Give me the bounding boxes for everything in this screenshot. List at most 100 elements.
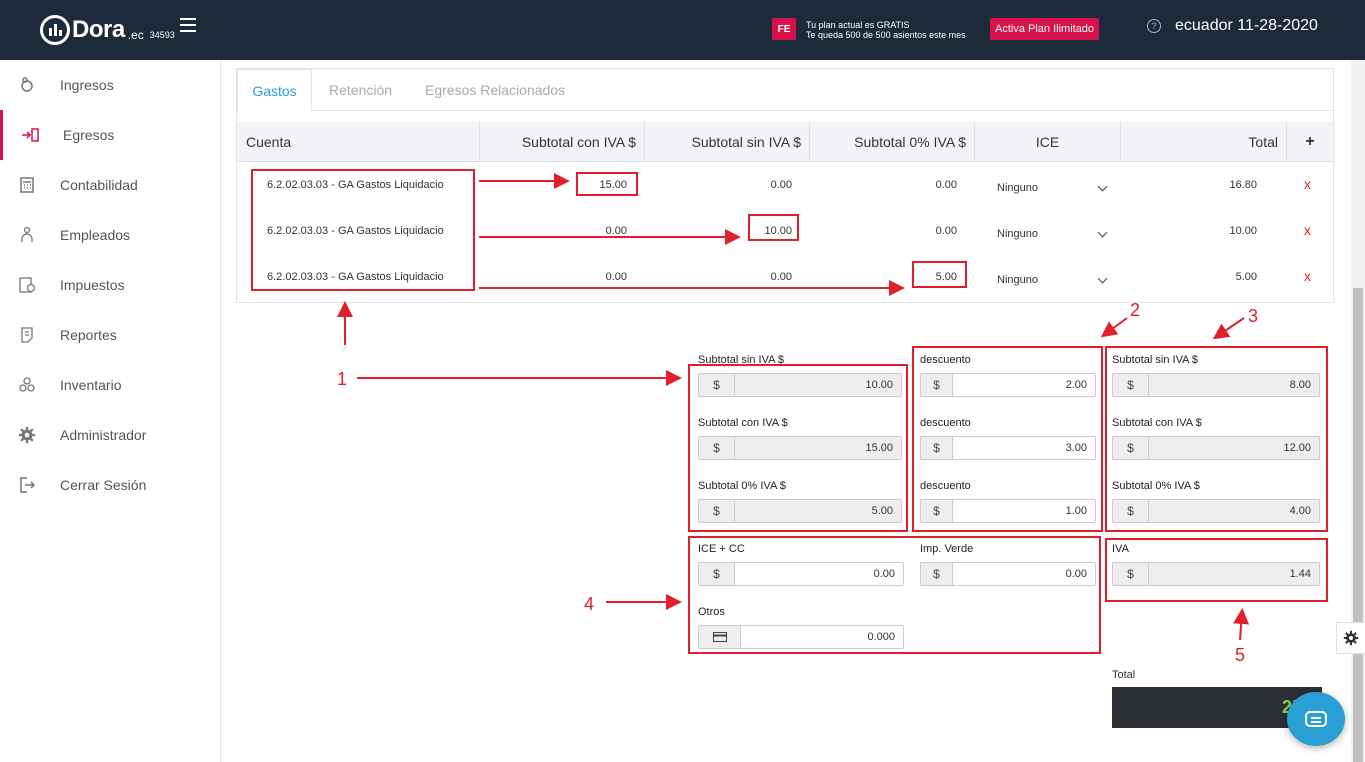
column-ice: ICE <box>975 122 1121 162</box>
tab-egresos-relacionados[interactable]: Egresos Relacionados <box>425 69 565 111</box>
tab-bar: Gastos Retención Egresos Relacionados <box>237 69 1333 112</box>
account-cell[interactable]: 6.2.02.03.03 - GA Gastos Liquidacio <box>267 225 457 237</box>
con-iva-cell[interactable]: 0.00 <box>527 271 627 283</box>
chat-button[interactable] <box>1287 692 1345 746</box>
descuento-field: $ 2.00 <box>920 373 1096 397</box>
tab-gastos[interactable]: Gastos <box>237 69 312 112</box>
sidebar-item-label: Inventario <box>60 377 122 393</box>
column-subtotal-cero-iva: Subtotal 0% IVA $ <box>810 122 975 162</box>
ice-cc-label: ICE + CC <box>698 543 745 555</box>
con-iva-cell[interactable]: 0.00 <box>527 225 627 237</box>
chevron-down-icon[interactable] <box>1097 227 1108 238</box>
sidebar-item-label: Empleados <box>60 227 131 243</box>
cero-iva-cell[interactable]: 0.00 <box>857 179 957 191</box>
add-row-button[interactable]: + <box>1287 122 1333 162</box>
scroll-thumb[interactable] <box>1353 288 1363 762</box>
dora-logo[interactable]: Dora .ec 34593 <box>40 14 175 46</box>
descuento-input[interactable]: 3.00 <box>952 436 1096 460</box>
logout-icon <box>18 476 36 494</box>
sidebar-item-inventario[interactable]: Inventario <box>0 360 220 410</box>
sidebar-item-egresos[interactable]: Egresos <box>0 110 220 160</box>
sidebar-item-empleados[interactable]: Empleados <box>0 210 220 260</box>
activate-plan-button[interactable]: Activa Plan Ilimitado <box>990 18 1100 40</box>
net-con-iva-label: Subtotal con IVA $ <box>1112 417 1202 429</box>
dollar-icon: $ <box>1112 499 1148 523</box>
subtotal-sin-iva-label: Subtotal sin IVA $ <box>698 354 785 366</box>
cero-iva-cell[interactable]: 5.00 <box>857 271 957 283</box>
annotation-label-1: 1 <box>337 369 348 389</box>
sidebar-item-label: Egresos <box>63 127 115 143</box>
subtotal-con-iva-input: 15.00 <box>734 436 902 460</box>
delete-row-icon[interactable]: x <box>1304 268 1311 284</box>
imp-verde-input[interactable]: 0.00 <box>952 562 1096 586</box>
annotation-label-2: 2 <box>1130 300 1141 320</box>
descuento-field: $ 1.00 <box>920 499 1096 523</box>
boxes-icon <box>18 376 36 394</box>
sidebar-item-impuestos[interactable]: Impuestos <box>0 260 220 310</box>
otros-input[interactable]: 0.000 <box>740 625 904 649</box>
otros-label: Otros <box>698 606 725 618</box>
account-number: 34593 <box>149 30 175 40</box>
delete-row-icon[interactable]: x <box>1304 222 1311 238</box>
descuento-input[interactable]: 2.00 <box>952 373 1096 397</box>
total-cell: 16.80 <box>1229 179 1257 191</box>
ice-select[interactable]: Ninguno <box>997 228 1038 240</box>
sidebar-item-reportes[interactable]: Reportes <box>0 310 220 360</box>
ice-select[interactable]: Ninguno <box>997 182 1038 194</box>
plan-line-2: Te queda 500 de 500 asientos este mes <box>806 30 966 40</box>
annotation-label-3: 3 <box>1248 306 1259 326</box>
net-sin-iva-field: $ 8.00 <box>1112 373 1320 397</box>
sidebar-item-administrador[interactable]: Administrador <box>0 410 220 460</box>
con-iva-cell[interactable]: 15.00 <box>527 179 627 191</box>
descuento-input[interactable]: 1.00 <box>952 499 1096 523</box>
hamburger-menu-icon[interactable] <box>180 18 196 32</box>
subtotal-cero-label: Subtotal 0% IVA $ <box>698 480 786 492</box>
delete-row-icon[interactable]: x <box>1304 176 1311 192</box>
net-cero-input: 4.00 <box>1148 499 1320 523</box>
net-sin-iva-input: 8.00 <box>1148 373 1320 397</box>
transfer-out-icon <box>21 126 39 144</box>
sidebar-item-ingresos[interactable]: Ingresos <box>0 60 220 110</box>
annotation-label-4: 4 <box>584 594 595 614</box>
ice-cc-input[interactable]: 0.00 <box>734 562 904 586</box>
ice-select[interactable]: Ninguno <box>997 274 1038 286</box>
net-sin-iva-label: Subtotal sin IVA $ <box>1112 354 1199 366</box>
dollar-icon: $ <box>920 436 952 460</box>
cero-iva-cell[interactable]: 0.00 <box>857 225 957 237</box>
sidebar-item-contabilidad[interactable]: Contabilidad <box>0 160 220 210</box>
user-location-date[interactable]: ecuador 11-28-2020 <box>1175 17 1318 35</box>
descuento-field: $ 3.00 <box>920 436 1096 460</box>
piggy-bank-icon <box>18 76 36 94</box>
chevron-down-icon[interactable] <box>1097 273 1108 284</box>
chevron-down-icon[interactable] <box>1097 181 1108 192</box>
account-cell[interactable]: 6.2.02.03.03 - GA Gastos Liquidacio <box>267 179 457 191</box>
subtotal-cero-field: $ 5.00 <box>698 499 902 523</box>
chat-icon <box>1305 711 1327 727</box>
dollar-icon: $ <box>1112 373 1148 397</box>
sin-iva-cell[interactable]: 0.00 <box>692 179 792 191</box>
account-cell[interactable]: 6.2.02.03.03 - GA Gastos Liquidacio <box>267 271 457 283</box>
subtotal-sin-iva-field: $ 10.00 <box>698 373 902 397</box>
table-header: Cuenta Subtotal con IVA $ Subtotal sin I… <box>237 122 1333 162</box>
subtotal-con-iva-label: Subtotal con IVA $ <box>698 417 788 429</box>
column-total: Total <box>1121 122 1287 162</box>
sin-iva-cell[interactable]: 0.00 <box>692 271 792 283</box>
help-icon[interactable]: ? <box>1147 19 1161 33</box>
brand-name: Dora <box>72 16 125 43</box>
column-cuenta: Cuenta <box>237 122 480 162</box>
sidebar-item-cerrar-sesion[interactable]: Cerrar Sesión <box>0 460 220 510</box>
plan-line-1: Tu plan actual es GRATIS <box>806 20 910 30</box>
settings-gear-icon[interactable] <box>1336 622 1365 654</box>
iva-label: IVA <box>1112 543 1129 555</box>
sidebar-item-label: Administrador <box>60 427 147 443</box>
tab-retencion[interactable]: Retención <box>329 69 392 111</box>
sin-iva-cell[interactable]: 10.00 <box>692 225 792 237</box>
report-icon <box>18 326 36 344</box>
table-row: 6.2.02.03.03 - GA Gastos Liquidacio 15.0… <box>237 163 1333 209</box>
descuento-label: descuento <box>920 417 971 429</box>
total-label: Total <box>1112 669 1136 681</box>
ice-cc-field: $ 0.00 <box>698 562 904 586</box>
scrollbar[interactable] <box>1351 60 1365 762</box>
iva-input: 1.44 <box>1148 562 1320 586</box>
fe-badge: FE <box>772 18 796 40</box>
